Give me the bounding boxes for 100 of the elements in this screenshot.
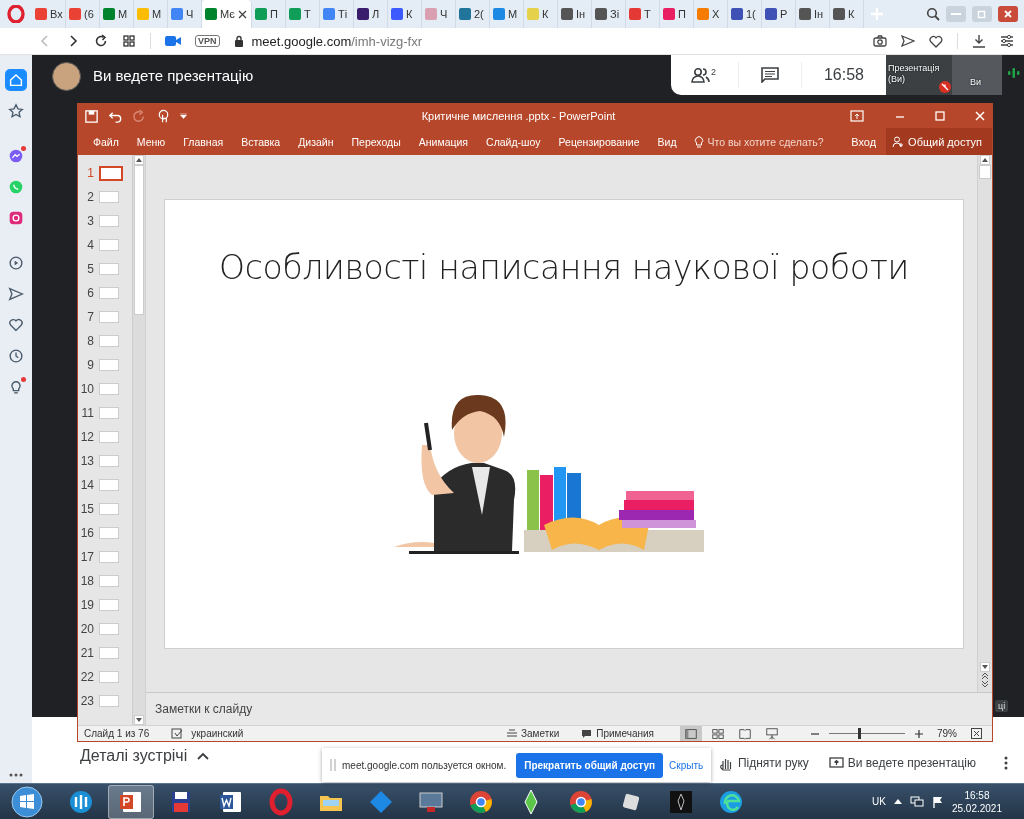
- previous-slide-icon[interactable]: [981, 672, 989, 680]
- slide-thumbnail-item[interactable]: 6: [78, 281, 132, 305]
- notes-button[interactable]: Заметки: [507, 728, 560, 739]
- vpn-badge[interactable]: VPN: [195, 35, 220, 47]
- more-icon[interactable]: [9, 773, 23, 777]
- meeting-details-button[interactable]: Деталі зустрічі: [80, 747, 210, 765]
- slide-thumbnail-item[interactable]: 3: [78, 209, 132, 233]
- start-button[interactable]: [10, 784, 44, 819]
- people-icon[interactable]: [690, 67, 711, 83]
- powerpoint-app-icon[interactable]: [108, 784, 154, 819]
- camera-tile[interactable]: Ви: [952, 55, 1002, 95]
- slide-title: Особливості написання наукової роботи: [219, 248, 909, 287]
- grid-icon[interactable]: [122, 34, 136, 48]
- slide-thumbnail-item[interactable]: 19: [78, 593, 132, 617]
- scrollbar-thumb[interactable]: [134, 165, 144, 315]
- send-icon[interactable]: [901, 34, 915, 48]
- maximize-icon[interactable]: [934, 110, 946, 122]
- url-field[interactable]: meet.google.com/imh-vizg-fxr: [251, 33, 423, 49]
- zoom-slider-thumb[interactable]: [858, 728, 862, 739]
- hide-link[interactable]: Скрыть: [669, 759, 704, 771]
- slide-thumbnail-item[interactable]: 21: [78, 641, 132, 665]
- ribbon-tab[interactable]: Слайд-шоу: [477, 135, 550, 148]
- system-clock[interactable]: 16:58 25.02.2021: [951, 788, 1002, 815]
- slide-thumbnail-item[interactable]: 5: [78, 257, 132, 281]
- ribbon-tab[interactable]: Вид: [648, 135, 686, 148]
- comment-icon: [581, 728, 593, 739]
- flag-icon[interactable]: [931, 795, 944, 808]
- heart-icon[interactable]: [929, 34, 943, 48]
- slide-thumbnail-item[interactable]: 1: [78, 161, 132, 185]
- slide-thumbnail-item[interactable]: 9: [78, 353, 132, 377]
- stop-sharing-button[interactable]: Прекратить общий доступ: [516, 752, 664, 778]
- share-notice-text: meet.google.com пользуется окном.: [342, 759, 507, 771]
- slide-thumbnail-item[interactable]: 7: [78, 305, 132, 329]
- share-button[interactable]: Общий доступ: [886, 128, 992, 155]
- ribbon-tab[interactable]: Меню: [127, 135, 175, 148]
- slide-thumbnail-item[interactable]: 23: [78, 689, 132, 713]
- slide-thumbnail-item[interactable]: 12: [78, 425, 132, 449]
- scroll-up-button[interactable]: [134, 155, 144, 165]
- browser-tab[interactable]: Мє: [202, 0, 252, 28]
- raise-hand-button[interactable]: Підняти руку: [712, 755, 815, 771]
- scroll-down-button[interactable]: [980, 662, 990, 672]
- opera-logo-icon: [7, 5, 25, 23]
- tile-label: Ви: [970, 77, 983, 88]
- close-button[interactable]: [998, 6, 1018, 22]
- ribbon-tab[interactable]: Переходы: [342, 135, 410, 148]
- home-icon[interactable]: [5, 69, 27, 91]
- slide-thumbnail-item[interactable]: 4: [78, 233, 132, 257]
- normal-view-button[interactable]: [680, 726, 702, 741]
- present-icon: [828, 755, 844, 771]
- download-icon[interactable]: [972, 34, 986, 48]
- slide-thumbnail-item[interactable]: 11: [78, 401, 132, 425]
- keyboard-language[interactable]: UK: [872, 796, 886, 807]
- ribbon-tab[interactable]: Главная: [174, 135, 233, 148]
- tray-caret-icon[interactable]: [893, 799, 902, 804]
- chat-icon[interactable]: [760, 67, 779, 83]
- presentation-tile[interactable]: Презентація (Ви): [886, 55, 952, 95]
- comments-button[interactable]: Примечания: [581, 728, 654, 739]
- slide-thumbnail-item[interactable]: 20: [78, 617, 132, 641]
- person-icon: [892, 135, 905, 148]
- sign-in-link[interactable]: Вход: [841, 135, 887, 148]
- ribbon-tab[interactable]: Анимация: [409, 135, 478, 148]
- ribbon-tab[interactable]: Рецензирование: [549, 135, 649, 148]
- slide-thumbnail-item[interactable]: 8: [78, 329, 132, 353]
- slide-thumbnail-item[interactable]: 15: [78, 497, 132, 521]
- slide-thumbnail-item[interactable]: 2: [78, 185, 132, 209]
- fit-window-icon[interactable]: [971, 728, 982, 739]
- slide-thumbnail-item[interactable]: 18: [78, 569, 132, 593]
- ribbon-tab[interactable]: Дизайн: [289, 135, 343, 148]
- presenting-button[interactable]: Ви ведете презентацію: [822, 755, 982, 771]
- slide-thumbnail-item[interactable]: 17: [78, 545, 132, 569]
- next-slide-icon[interactable]: [981, 680, 989, 688]
- slide-thumbnail-item[interactable]: 10: [78, 377, 132, 401]
- close-icon[interactable]: [237, 9, 247, 19]
- reload-icon[interactable]: [94, 34, 108, 48]
- search-icon[interactable]: [926, 7, 940, 21]
- camera-icon[interactable]: [873, 35, 887, 47]
- tell-me-field[interactable]: Что вы хотите сделать?: [685, 135, 824, 148]
- scrollbar-thumb[interactable]: [979, 165, 991, 179]
- touch-icon[interactable]: [156, 108, 171, 124]
- zoom-level[interactable]: 79%: [937, 728, 957, 739]
- slide-thumbnail-item[interactable]: 22: [78, 665, 132, 689]
- network-icon[interactable]: [909, 795, 924, 808]
- ribbon-tab[interactable]: Файл: [84, 135, 128, 148]
- ribbon-tab[interactable]: Вставка: [232, 135, 290, 148]
- close-icon: [1003, 9, 1013, 19]
- edge-label: ці: [995, 700, 1009, 712]
- drag-handle-icon: [330, 759, 336, 771]
- slide-thumbnail-item[interactable]: 13: [78, 449, 132, 473]
- settings-icon[interactable]: [1000, 34, 1014, 48]
- customize-caret-icon[interactable]: [180, 113, 187, 119]
- language-label[interactable]: украинский: [191, 728, 244, 739]
- more-options-icon[interactable]: [1004, 756, 1008, 770]
- slide-thumbnail-item[interactable]: 16: [78, 521, 132, 545]
- zoom-in-icon[interactable]: [915, 729, 923, 738]
- save-icon[interactable]: [84, 108, 99, 124]
- ribbon-display-icon[interactable]: [850, 110, 864, 122]
- up-caret-icon: [982, 158, 988, 162]
- slide-thumbnail-item[interactable]: 14: [78, 473, 132, 497]
- notes-icon: [507, 729, 517, 738]
- spelling-icon[interactable]: [171, 728, 184, 739]
